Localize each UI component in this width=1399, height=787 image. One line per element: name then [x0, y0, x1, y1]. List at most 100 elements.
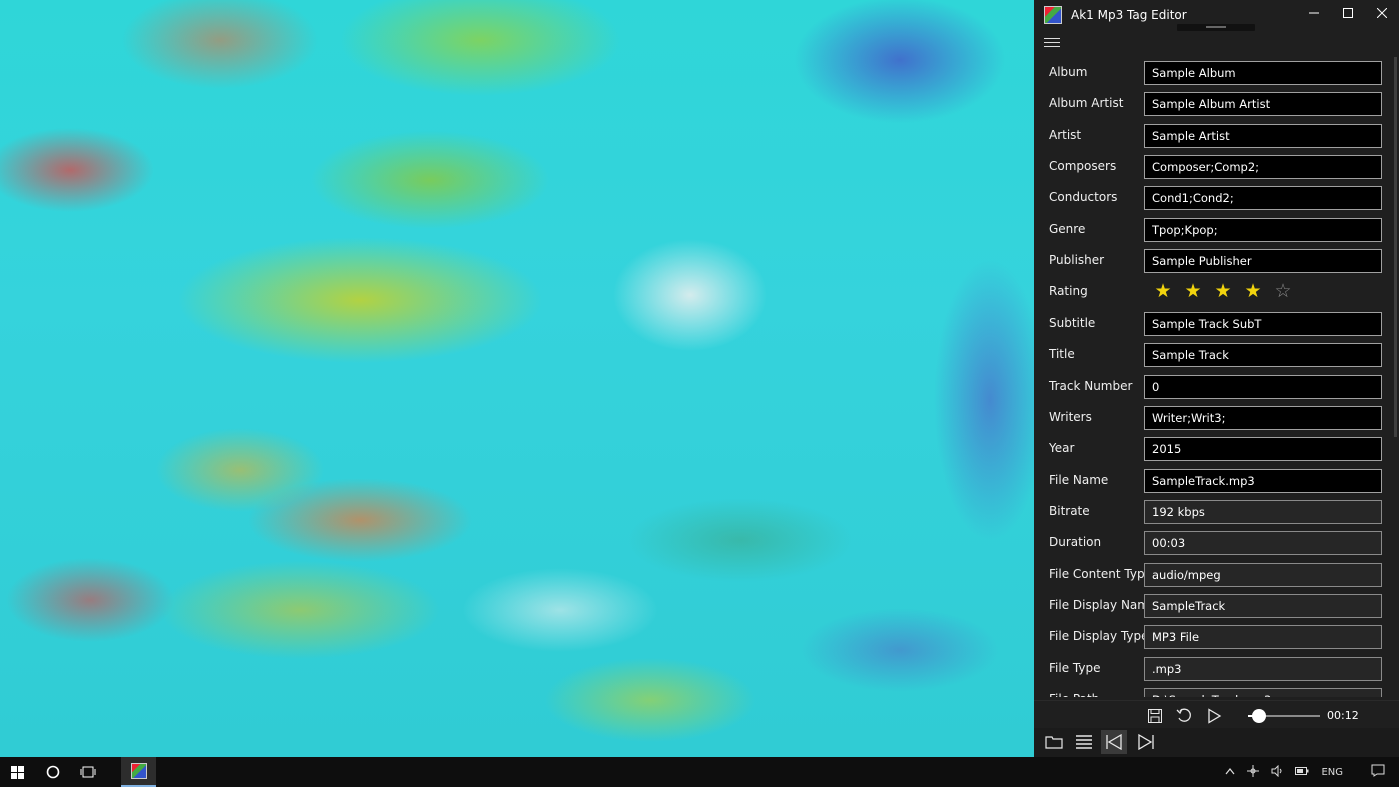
field-row: Publisher: [1034, 245, 1399, 277]
close-button[interactable]: [1365, 0, 1399, 26]
taskbar-app-mp3-tag-editor[interactable]: [121, 757, 156, 787]
field-input[interactable]: [1144, 61, 1382, 85]
field-row: File Display Type: [1034, 621, 1399, 653]
field-row: File Type: [1034, 653, 1399, 685]
undo-icon: [1176, 708, 1191, 722]
playback-time: 00:12: [1327, 709, 1359, 722]
field-label: Album: [1049, 65, 1088, 79]
system-tray: ENG: [1219, 757, 1399, 787]
star-filled-icon[interactable]: ★: [1238, 278, 1268, 304]
field-input[interactable]: [1144, 469, 1382, 493]
field-row: Genre: [1034, 214, 1399, 246]
field-input[interactable]: [1144, 312, 1382, 336]
star-filled-icon[interactable]: ★: [1148, 278, 1178, 304]
field-input[interactable]: [1144, 249, 1382, 273]
field-input[interactable]: [1144, 625, 1382, 649]
windows-logo-icon: [10, 765, 24, 779]
close-icon: [1377, 8, 1387, 18]
maximize-button[interactable]: [1331, 0, 1365, 26]
battery-icon[interactable]: [1295, 766, 1309, 779]
start-button[interactable]: [0, 757, 34, 787]
seek-slider[interactable]: [1248, 709, 1320, 723]
next-track-button[interactable]: [1133, 730, 1159, 754]
field-input[interactable]: [1144, 657, 1382, 681]
open-folder-button[interactable]: [1041, 730, 1067, 754]
field-input[interactable]: [1144, 124, 1382, 148]
field-row: Subtitle: [1034, 308, 1399, 340]
field-input[interactable]: [1144, 594, 1382, 618]
hamburger-menu-icon[interactable]: [1044, 38, 1060, 48]
field-label: File Display Type: [1049, 629, 1149, 643]
scrollbar[interactable]: [1394, 57, 1397, 437]
field-label: Album Artist: [1049, 96, 1124, 110]
star-empty-icon[interactable]: ☆: [1268, 278, 1298, 304]
minimize-button[interactable]: [1297, 0, 1331, 26]
field-row: Title: [1034, 339, 1399, 371]
tag-fields-list: Album Album Artist Artist Composers Conducto…: [1034, 57, 1399, 697]
field-row: Year: [1034, 433, 1399, 465]
volume-icon[interactable]: [1271, 764, 1283, 780]
field-input[interactable]: [1144, 186, 1382, 210]
save-icon: [1148, 709, 1162, 723]
cortana-circle-icon: [46, 765, 60, 779]
field-input[interactable]: [1144, 437, 1382, 461]
field-row: Writers: [1034, 402, 1399, 434]
action-center-icon[interactable]: [1371, 764, 1385, 780]
save-button[interactable]: [1144, 705, 1166, 727]
chevron-up-icon[interactable]: [1225, 767, 1235, 778]
field-input[interactable]: [1144, 92, 1382, 116]
rating-stars[interactable]: ★ ★ ★ ★ ☆: [1148, 278, 1298, 304]
field-label: Subtitle: [1049, 316, 1096, 330]
previous-track-button[interactable]: [1101, 730, 1127, 754]
field-row: Rating ★ ★ ★ ★ ☆: [1034, 276, 1399, 308]
field-label: File Name: [1049, 473, 1109, 487]
search-button[interactable]: [36, 757, 70, 787]
field-row: Duration: [1034, 527, 1399, 559]
field-input[interactable]: [1144, 218, 1382, 242]
seek-slider-thumb[interactable]: [1251, 709, 1266, 723]
task-view-button[interactable]: [71, 757, 105, 787]
field-input[interactable]: [1144, 531, 1382, 555]
list-button[interactable]: [1071, 730, 1097, 754]
app-window: Ak1 Mp3 Tag Editor Album Album Artist Arti…: [1034, 0, 1399, 757]
play-button[interactable]: [1203, 705, 1225, 727]
network-icon[interactable]: [1247, 764, 1260, 780]
field-label: Bitrate: [1049, 504, 1090, 518]
field-input[interactable]: [1144, 343, 1382, 367]
field-label: Rating: [1049, 284, 1088, 298]
field-row: Composers: [1034, 151, 1399, 183]
undo-button[interactable]: [1173, 705, 1195, 727]
list-icon: [1076, 735, 1092, 749]
field-label: Track Number: [1049, 379, 1133, 393]
field-row: Artist: [1034, 120, 1399, 152]
field-row: File Display Name: [1034, 590, 1399, 622]
title-bar[interactable]: Ak1 Mp3 Tag Editor: [1034, 0, 1399, 31]
field-label: Writers: [1049, 410, 1092, 424]
field-row: Bitrate: [1034, 496, 1399, 528]
field-row: File Path: [1034, 684, 1399, 697]
field-input[interactable]: [1144, 500, 1382, 524]
task-view-icon: [80, 766, 96, 778]
field-input[interactable]: [1144, 406, 1382, 430]
field-row: Track Number: [1034, 371, 1399, 403]
field-row: Album Artist: [1034, 88, 1399, 120]
field-row: File Name: [1034, 465, 1399, 497]
app-logo-icon: [1044, 6, 1062, 24]
maximize-icon: [1343, 8, 1353, 18]
star-filled-icon[interactable]: ★: [1208, 278, 1238, 304]
field-input[interactable]: [1144, 688, 1382, 697]
star-filled-icon[interactable]: ★: [1178, 278, 1208, 304]
field-label: Publisher: [1049, 253, 1105, 267]
window-title: Ak1 Mp3 Tag Editor: [1071, 8, 1187, 22]
taskbar: ENG: [0, 757, 1399, 787]
field-input[interactable]: [1144, 155, 1382, 179]
bottom-app-bar: [1034, 728, 1399, 757]
drag-handle[interactable]: [1177, 24, 1255, 31]
field-row: Conductors: [1034, 182, 1399, 214]
field-input[interactable]: [1144, 563, 1382, 587]
app-logo-icon: [130, 763, 147, 779]
field-input[interactable]: [1144, 375, 1382, 399]
field-label: Title: [1049, 347, 1075, 361]
language-indicator[interactable]: ENG: [1321, 767, 1343, 778]
field-row: File Content Type: [1034, 559, 1399, 591]
